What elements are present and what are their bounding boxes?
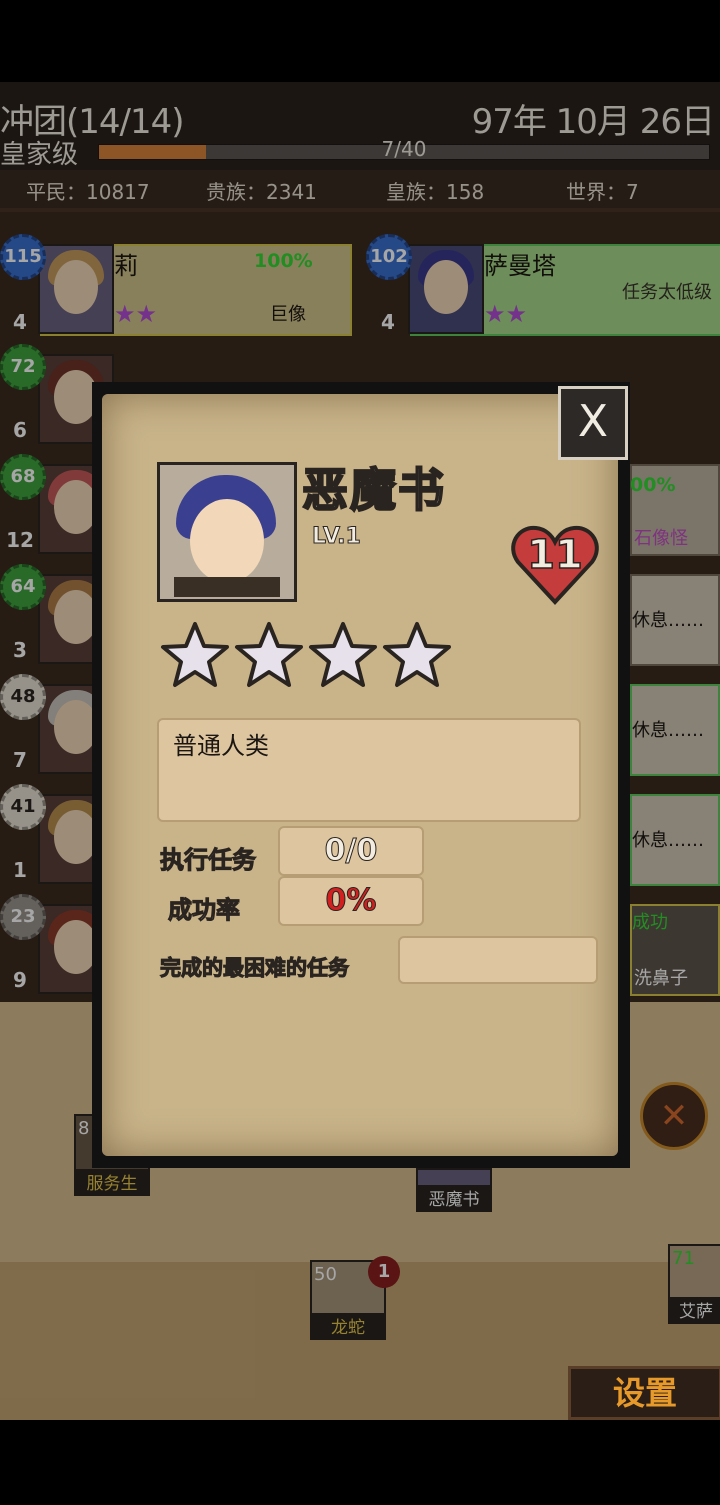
star-icon (235, 622, 303, 687)
task-count-label: 执行任务 (160, 846, 257, 875)
success-rate-label: 成功率 (168, 896, 241, 925)
rank-stars (160, 620, 456, 694)
description-box: 普通人类 (157, 718, 581, 822)
parchment-panel: 恶魔书 LV.1 11 普通人类 执行任务 0/0 成功率 0% 完成的最困难的… (102, 394, 618, 1156)
adventurer-portrait (157, 462, 297, 602)
portrait-body (174, 577, 280, 597)
adventurer-level: LV.1 (312, 524, 362, 550)
description-text: 普通人类 (173, 732, 269, 760)
hardest-task-value (398, 936, 598, 984)
hardest-task-label: 完成的最困难的任务 (160, 956, 350, 981)
adventurer-detail-modal: 恶魔书 LV.1 11 普通人类 执行任务 0/0 成功率 0% 完成的最困难的… (92, 382, 630, 1168)
portrait-face (190, 499, 264, 583)
adventurer-name: 恶魔书 (301, 462, 446, 518)
star-icon (383, 622, 451, 687)
star-icon (309, 622, 377, 687)
success-rate-value: 0% (278, 876, 424, 926)
heart-count: 11 (526, 531, 583, 579)
close-button[interactable]: X (558, 386, 628, 460)
star-icon (161, 622, 229, 687)
settings-button[interactable]: 设置 (568, 1366, 720, 1420)
task-count-value: 0/0 (278, 826, 424, 876)
heart-icon: 11 (510, 522, 600, 608)
